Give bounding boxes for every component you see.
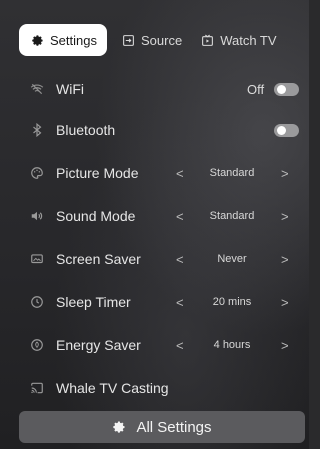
chevron-left-icon[interactable]: < bbox=[176, 252, 184, 267]
gear-icon bbox=[31, 34, 44, 47]
setting-row-sleep-timer[interactable]: Sleep Timer < 20 mins > bbox=[0, 283, 309, 321]
tab-label: Watch TV bbox=[220, 32, 277, 48]
chevron-left-icon[interactable]: < bbox=[176, 166, 184, 181]
setting-label: Picture Mode bbox=[56, 165, 139, 181]
toggle-knob bbox=[277, 125, 286, 135]
setting-value: 4 hours bbox=[213, 339, 251, 351]
all-settings-label: All Settings bbox=[136, 418, 212, 436]
leaf-icon bbox=[29, 337, 45, 353]
chevron-right-icon[interactable]: > bbox=[281, 252, 289, 267]
setting-label: Sound Mode bbox=[56, 208, 136, 224]
chevron-right-icon[interactable]: > bbox=[281, 295, 289, 310]
setting-value: Never bbox=[217, 253, 247, 265]
setting-row-bluetooth[interactable]: Bluetooth bbox=[0, 111, 309, 149]
setting-row-sound-mode[interactable]: Sound Mode < Standard > bbox=[0, 197, 309, 235]
setting-value: 20 mins bbox=[212, 296, 252, 308]
wifi-toggle[interactable] bbox=[274, 82, 299, 96]
setting-row-wifi[interactable]: WiFi Off bbox=[0, 70, 309, 108]
chevron-left-icon[interactable]: < bbox=[176, 338, 184, 353]
bluetooth-toggle[interactable] bbox=[274, 123, 299, 137]
tab-bar: Settings Source Watch TV bbox=[19, 24, 286, 56]
setting-label: Energy Saver bbox=[56, 337, 141, 353]
setting-value: Off bbox=[247, 81, 265, 97]
setting-label: Bluetooth bbox=[56, 122, 116, 138]
setting-row-whale-tv-casting[interactable]: Whale TV Casting bbox=[0, 369, 309, 407]
setting-label: Screen Saver bbox=[56, 251, 141, 267]
setting-value: Standard bbox=[209, 167, 255, 179]
wifi-icon bbox=[29, 81, 45, 97]
chevron-left-icon[interactable]: < bbox=[176, 295, 184, 310]
bluetooth-icon bbox=[29, 122, 45, 138]
all-settings-button[interactable]: All Settings bbox=[19, 411, 305, 443]
chevron-right-icon[interactable]: > bbox=[281, 209, 289, 224]
clock-icon bbox=[29, 294, 45, 310]
setting-value: Standard bbox=[209, 210, 255, 222]
palette-icon bbox=[29, 165, 45, 181]
chevron-right-icon[interactable]: > bbox=[281, 338, 289, 353]
tab-watch-tv[interactable]: Watch TV bbox=[192, 24, 285, 56]
gear-icon bbox=[112, 420, 126, 434]
tab-source[interactable]: Source bbox=[113, 24, 191, 56]
screen-saver-icon bbox=[29, 251, 45, 267]
input-source-icon bbox=[122, 34, 135, 47]
tab-settings[interactable]: Settings bbox=[19, 24, 107, 56]
setting-label: WiFi bbox=[56, 81, 84, 97]
chevron-left-icon[interactable]: < bbox=[176, 209, 184, 224]
tab-label: Settings bbox=[50, 32, 97, 48]
setting-row-picture-mode[interactable]: Picture Mode < Standard > bbox=[0, 154, 309, 192]
tab-label: Source bbox=[140, 32, 183, 48]
setting-label: Whale TV Casting bbox=[56, 380, 169, 396]
tv-icon bbox=[201, 34, 214, 47]
setting-row-screen-saver[interactable]: Screen Saver < Never > bbox=[0, 240, 309, 278]
setting-label: Sleep Timer bbox=[56, 294, 131, 310]
cast-icon bbox=[29, 380, 45, 396]
toggle-knob bbox=[277, 84, 286, 94]
setting-row-energy-saver[interactable]: Energy Saver < 4 hours > bbox=[0, 326, 309, 364]
speaker-icon bbox=[29, 208, 45, 224]
chevron-right-icon[interactable]: > bbox=[281, 166, 289, 181]
quick-settings-panel: Settings Source Watch TV WiFi Off Blueto… bbox=[0, 0, 309, 449]
